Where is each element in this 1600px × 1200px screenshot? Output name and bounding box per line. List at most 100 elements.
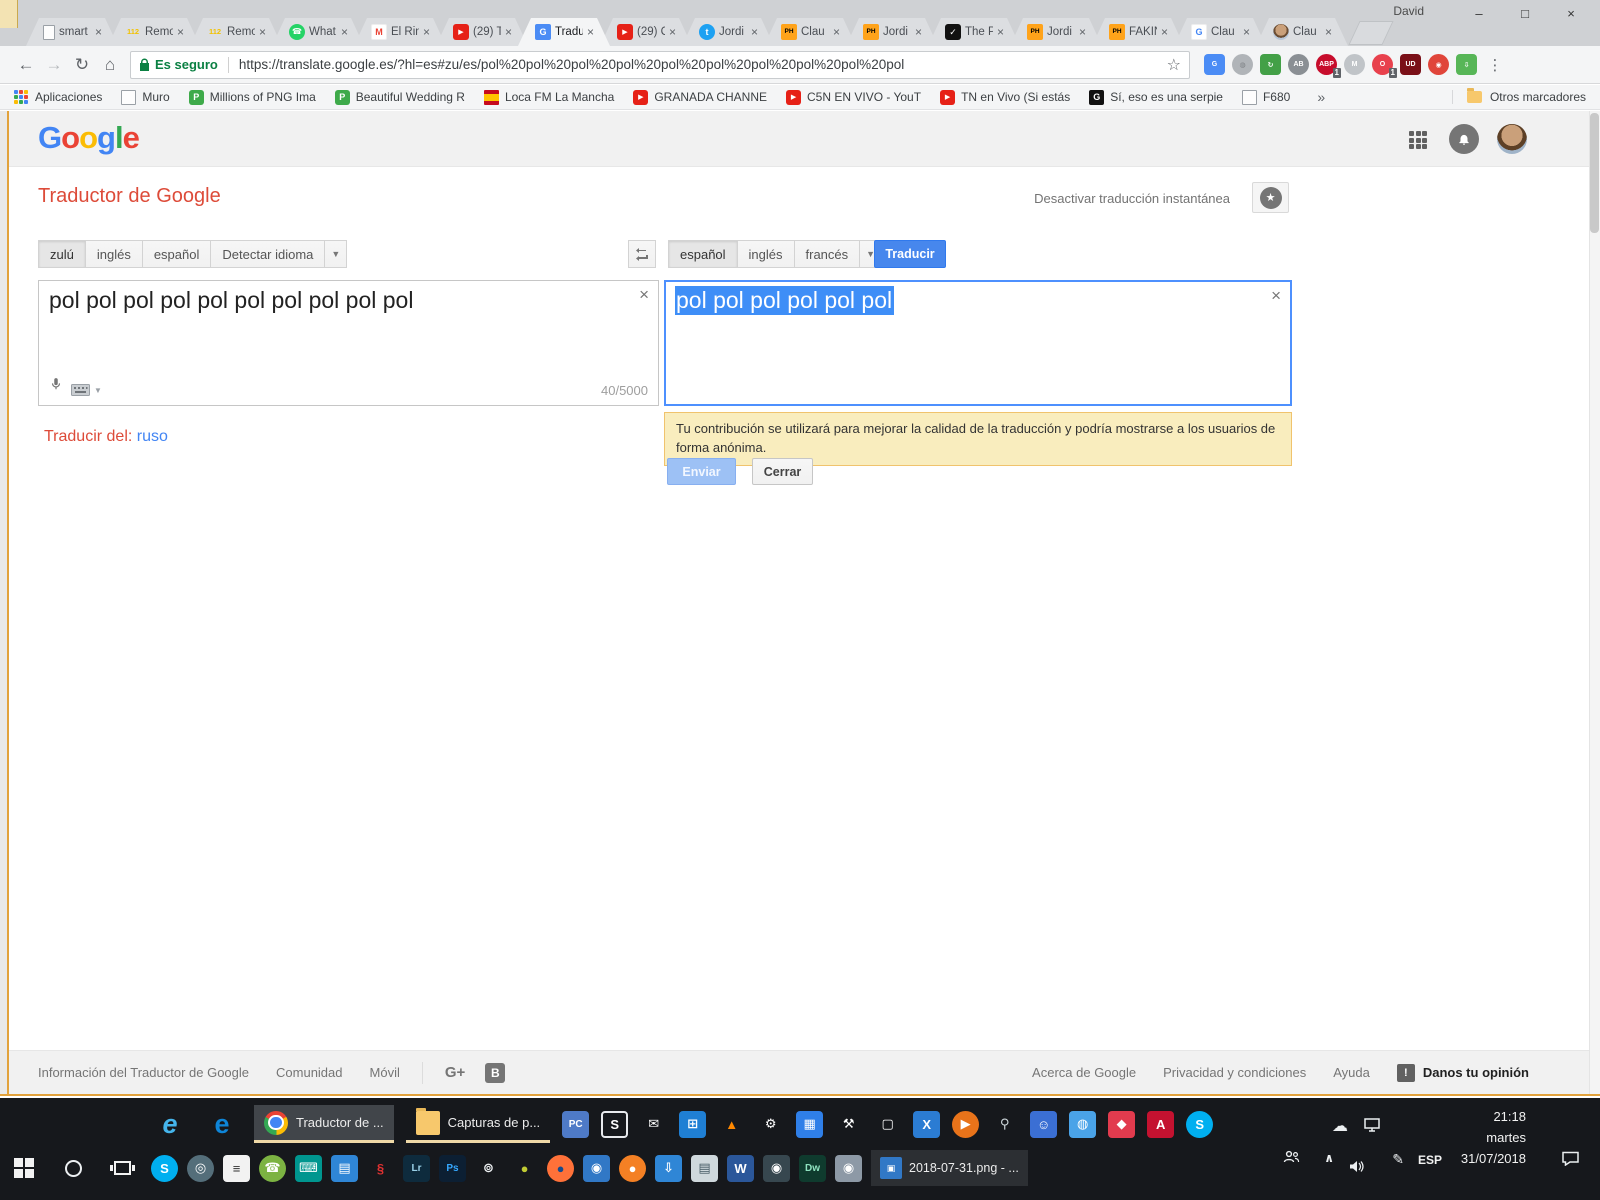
keyboard-dropdown-icon[interactable]: ▼ [94, 386, 102, 395]
dreamweaver-icon[interactable]: Dw [799, 1155, 826, 1182]
source-lang-zul[interactable]: zulú [38, 240, 85, 268]
tray-clock[interactable]: 21:18 martes 31/07/2018 [1461, 1106, 1526, 1169]
firefox-icon[interactable]: ● [547, 1155, 574, 1182]
action-center-icon[interactable] [1561, 1150, 1580, 1171]
photoshop-icon[interactable]: Ps [439, 1155, 466, 1182]
camera-dark-icon[interactable]: ◉ [763, 1155, 790, 1182]
tab-close-icon[interactable]: × [587, 25, 594, 39]
home-button[interactable]: ⌂ [96, 51, 124, 79]
account-avatar[interactable] [1497, 124, 1527, 154]
footer-link-comunidad[interactable]: Comunidad [276, 1065, 343, 1080]
m-extension-icon[interactable]: M [1344, 54, 1365, 75]
target-lang-ingl-s[interactable]: inglés [737, 240, 794, 268]
tab-clau[interactable]: Clau× [764, 18, 856, 46]
taskbar-window-capturas-de-p[interactable]: Capturas de p... [406, 1105, 551, 1143]
footer-link-acerca-de-google[interactable]: Acerca de Google [1032, 1065, 1136, 1080]
address-bar[interactable]: Es seguro https://translate.google.es/?h… [130, 51, 1190, 79]
tab-fakin[interactable]: FAKIN× [1092, 18, 1184, 46]
word-icon[interactable]: W [727, 1155, 754, 1182]
tab-smart[interactable]: smart× [26, 18, 118, 46]
red-app-icon[interactable]: § [367, 1155, 394, 1182]
source-text-box[interactable]: pol pol pol pol pol pol pol pol pol pol … [38, 280, 659, 406]
start-button[interactable] [4, 1149, 44, 1187]
tab-clau[interactable]: Clau× [1174, 18, 1266, 46]
keyboard-icon[interactable]: ⌨ [295, 1155, 322, 1182]
tab-close-icon[interactable]: × [915, 25, 922, 39]
download-extension-icon[interactable]: ⇩ [1456, 54, 1477, 75]
ud-shield-extension-icon[interactable]: UD [1400, 54, 1421, 75]
bookmark-star-icon[interactable]: ☆ [1167, 55, 1181, 75]
target-lang-franc-s[interactable]: francés [794, 240, 860, 268]
window-app-icon[interactable]: ▢ [874, 1111, 901, 1138]
onedrive-cloud-icon[interactable]: ☁ [1332, 1116, 1348, 1136]
taskbar-preview-2018-07-31-png[interactable]: 2018-07-31.png - ... [871, 1150, 1028, 1186]
lens-icon[interactable]: ◎ [187, 1155, 214, 1182]
source-text[interactable]: pol pol pol pol pol pol pol pol pol pol [49, 287, 628, 314]
source-lang-ingl-s[interactable]: inglés [85, 240, 142, 268]
translate-button[interactable]: Traducir [874, 240, 946, 268]
profile-name[interactable]: David [1393, 4, 1424, 18]
notes-icon[interactable]: ≡ [223, 1155, 250, 1182]
bookmark-c5n-en-vivo-yout[interactable]: C5N EN VIVO - YouT [786, 90, 921, 105]
whatsapp-icon[interactable]: ☎ [259, 1155, 286, 1182]
mail-icon[interactable]: ✉ [640, 1111, 667, 1138]
translation-text[interactable]: pol pol pol pol pol pol [675, 287, 894, 314]
instant-translation-toggle[interactable]: Desactivar traducción instantánea [1034, 191, 1230, 206]
flame-app-icon[interactable]: ◆ [1108, 1111, 1135, 1138]
tab-what[interactable]: What× [272, 18, 364, 46]
bookmark-loca-fm-la-mancha[interactable]: Loca FM La Mancha [484, 90, 614, 105]
globe-app-icon[interactable]: ◍ [1069, 1111, 1096, 1138]
close-output-icon[interactable]: × [1271, 286, 1281, 306]
lightroom-icon[interactable]: Lr [403, 1155, 430, 1182]
google-logo[interactable]: Google [38, 120, 139, 156]
tab-close-icon[interactable]: × [505, 25, 512, 39]
film-icon[interactable]: ▤ [691, 1155, 718, 1182]
people-app-icon[interactable]: ☺ [1030, 1111, 1057, 1138]
target-extension-icon[interactable]: ◉ [1428, 54, 1449, 75]
google-apps-icon[interactable] [1409, 131, 1427, 149]
tab-jordi[interactable]: Jordi× [846, 18, 938, 46]
url-text[interactable]: https://translate.google.es/?hl=es#zu/es… [239, 57, 1161, 72]
tab-close-icon[interactable]: × [997, 25, 1004, 39]
hidden-icons-chevron[interactable]: ∧ [1324, 1151, 1334, 1165]
acrobat-icon[interactable]: A [1147, 1111, 1174, 1138]
notifications-bell-icon[interactable] [1449, 124, 1479, 154]
bookmark-muro[interactable]: Muro [121, 90, 169, 105]
tab-close-icon[interactable]: × [259, 25, 266, 39]
security-label[interactable]: Es seguro [155, 57, 218, 72]
bookmark-f680[interactable]: F680 [1242, 90, 1290, 105]
bookmark-millions-of-png-ima[interactable]: Millions of PNG Ima [189, 90, 316, 105]
tab-close-icon[interactable]: × [1243, 25, 1250, 39]
source-lang-dropdown-icon[interactable]: ▼ [324, 240, 347, 268]
remote-desktop-icon[interactable]: PC [562, 1111, 589, 1138]
clear-source-icon[interactable]: × [639, 285, 649, 305]
task-view-button[interactable] [102, 1149, 142, 1187]
tab-el-rin[interactable]: El Rin× [354, 18, 446, 46]
translation-output-box[interactable]: pol pol pol pol pol pol × [664, 280, 1292, 406]
close-button[interactable]: × [1548, 0, 1594, 26]
source-lang-espa-ol[interactable]: español [142, 240, 211, 268]
bookmark-apps[interactable]: Aplicaciones [35, 90, 102, 104]
skype-icon[interactable]: S [1186, 1111, 1213, 1138]
globe-extension-icon[interactable]: ◍ [1232, 54, 1253, 75]
other-bookmarks[interactable]: Otros marcadores [1452, 90, 1586, 104]
taskbar-window-traductor-de[interactable]: Traductor de ... [254, 1105, 394, 1143]
footer-link-m-vil[interactable]: Móvil [370, 1065, 400, 1080]
tab-29-t[interactable]: (29) T× [436, 18, 528, 46]
bird-icon[interactable]: ● [511, 1155, 538, 1182]
phrasebook-star-button[interactable]: ★ [1252, 182, 1289, 213]
internet-explorer-icon[interactable]: e [150, 1106, 190, 1142]
tools-icon[interactable]: ⚒ [835, 1111, 862, 1138]
photos-icon[interactable]: ▦ [796, 1111, 823, 1138]
bookmarks-overflow-icon[interactable]: » [1317, 89, 1325, 105]
network-icon[interactable] [1364, 1118, 1382, 1138]
cortana-button[interactable] [53, 1149, 93, 1187]
camera-blue-icon[interactable]: ◉ [583, 1155, 610, 1182]
edge-icon[interactable]: e [202, 1106, 242, 1142]
store-icon[interactable]: S [601, 1111, 628, 1138]
tab-29-c[interactable]: (29) C× [600, 18, 692, 46]
drive-icon[interactable]: ▤ [331, 1155, 358, 1182]
scrollbar-thumb[interactable] [1590, 113, 1599, 233]
gray-camera-icon[interactable]: ◉ [835, 1155, 862, 1182]
tab-the-p[interactable]: The P× [928, 18, 1020, 46]
